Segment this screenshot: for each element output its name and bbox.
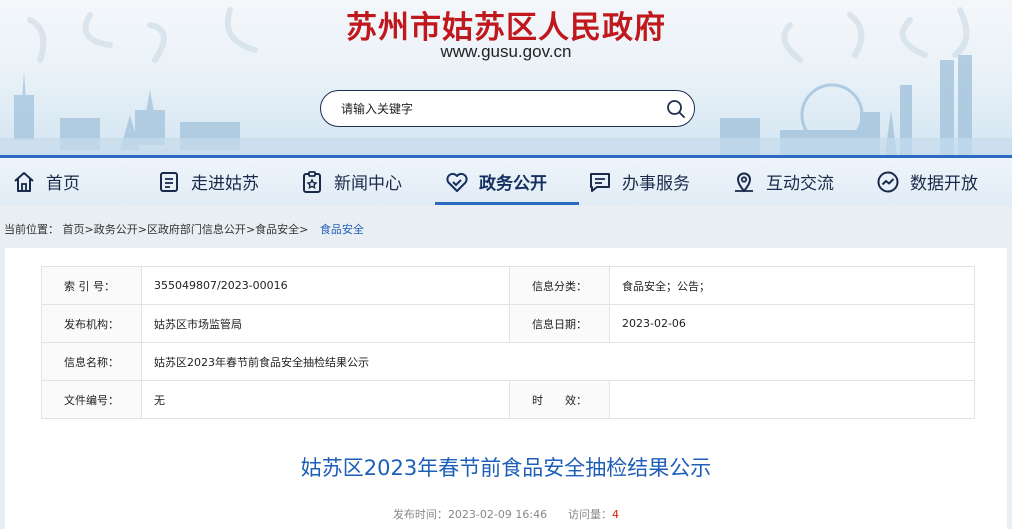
breadcrumb-link-food-safety[interactable]: 食品安全 (255, 223, 299, 236)
publish-time: 2023-02-09 16:46 (447, 508, 548, 521)
nav-item-gov-affairs[interactable]: 政务公开 (445, 158, 547, 205)
site-title: 苏州市姑苏区人民政府 (346, 10, 666, 46)
nav-item-label: 互动交流 (766, 174, 834, 194)
nav-item-home[interactable]: 首页 (12, 158, 80, 205)
date-label: 信息日期： (509, 304, 610, 343)
trend-icon (877, 171, 899, 192)
document-icon (160, 171, 178, 192)
docno-value: 无 (141, 380, 510, 419)
news-icon (303, 170, 321, 193)
map-pin-icon (735, 172, 753, 193)
breadcrumb-link-home[interactable]: 首页 (63, 223, 85, 236)
heart-icon (446, 172, 468, 192)
nav-item-label: 首页 (46, 174, 80, 194)
search-icon[interactable] (666, 99, 686, 119)
breadcrumb-separator: > (299, 223, 309, 236)
main-nav: 首页 走进姑苏 新闻中心 政务公开 办事服务 互动交流 数据开放 (0, 155, 1012, 205)
org-label: 发布机构： (41, 304, 142, 343)
breadcrumb-separator: > (245, 223, 256, 236)
nav-item-label: 走进姑苏 (191, 174, 259, 194)
nav-item-label: 数据开放 (910, 174, 978, 194)
docno-label: 文件编号： (41, 380, 142, 419)
breadcrumb-link-gov-affairs[interactable]: 政务公开 (94, 223, 138, 236)
publish-label: 发布时间： (392, 508, 448, 521)
index-value: 355049807/2023-00016 (141, 266, 510, 305)
publish-info: 发布时间：2023-02-09 16:46 访问量：4 (5, 506, 1007, 522)
info-meta-table: 索 引 号： 355049807/2023-00016 信息分类： 食品安全；公… (41, 266, 975, 419)
breadcrumb-link-dept-info[interactable]: 区政府部门信息公开 (147, 223, 246, 236)
breadcrumb-separator: > (84, 223, 94, 236)
article-panel: 索 引 号： 355049807/2023-00016 信息分类： 食品安全；公… (5, 248, 1007, 529)
date-value: 2023-02-06 (609, 304, 975, 343)
search-input[interactable] (341, 99, 641, 119)
nav-item-label: 新闻中心 (334, 174, 402, 194)
validity-label: 时 效： (509, 380, 610, 419)
nav-item-news[interactable]: 新闻中心 (300, 158, 402, 205)
breadcrumb-prefix: 当前位置： (4, 223, 59, 236)
table-row: 发布机构： 姑苏区市场监管局 信息日期： 2023-02-06 (41, 304, 975, 343)
nav-item-interaction[interactable]: 互动交流 (732, 158, 834, 205)
name-label: 信息名称： (41, 342, 142, 381)
name-value: 姑苏区2023年春节前食品安全抽检结果公示 (141, 342, 975, 381)
category-value: 食品安全；公告； (609, 266, 975, 305)
breadcrumb-current[interactable]: 食品安全 (320, 223, 364, 236)
table-row: 信息名称： 姑苏区2023年春节前食品安全抽检结果公示 (41, 342, 975, 381)
views-label: 访问量： (568, 508, 613, 521)
breadcrumb-separator: > (137, 223, 147, 236)
home-icon (14, 171, 34, 192)
article-title: 姑苏区2023年春节前食品安全抽检结果公示 (300, 456, 712, 480)
category-label: 信息分类： (509, 266, 610, 305)
views-count: 4 (612, 508, 620, 521)
org-value: 姑苏区市场监管局 (141, 304, 510, 343)
search-box (320, 90, 695, 127)
nav-item-open-data[interactable]: 数据开放 (876, 158, 978, 205)
nav-item-label: 政务公开 (479, 174, 547, 194)
site-url[interactable]: www.gusu.gov.cn (0, 42, 1012, 62)
table-row: 文件编号： 无 时 效： (41, 380, 975, 419)
header-banner: 苏州市姑苏区人民政府 www.gusu.gov.cn (0, 0, 1012, 155)
nav-item-services[interactable]: 办事服务 (588, 158, 690, 205)
chat-icon (590, 172, 610, 192)
table-row: 索 引 号： 355049807/2023-00016 信息分类： 食品安全；公… (41, 266, 975, 305)
breadcrumb: 当前位置： 首页>政务公开>区政府部门信息公开>食品安全> 食品安全 (0, 205, 1012, 248)
validity-value (609, 380, 975, 419)
nav-item-label: 办事服务 (622, 174, 690, 194)
nav-item-about[interactable]: 走进姑苏 (157, 158, 259, 205)
index-label: 索 引 号： (41, 266, 142, 305)
